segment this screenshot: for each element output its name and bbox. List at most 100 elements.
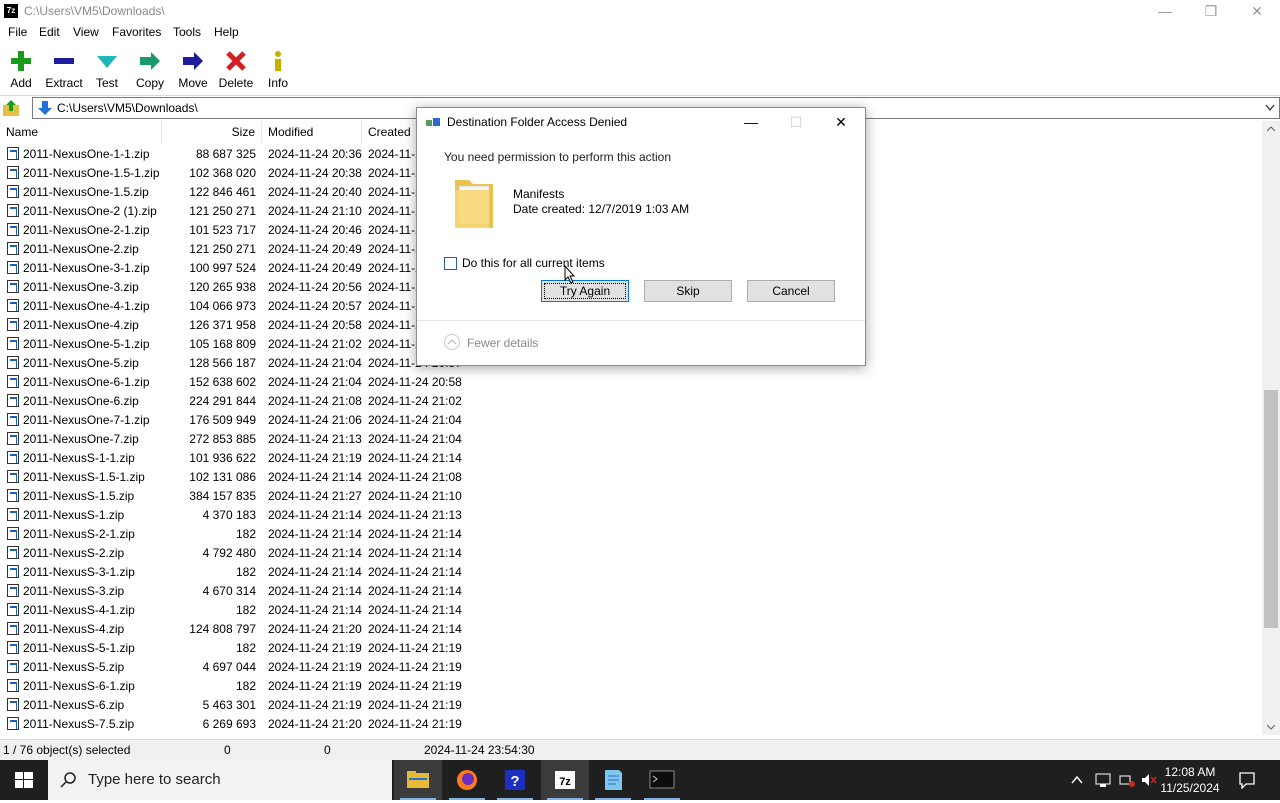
table-row[interactable]: 2011-NexusOne-1.5-1.zip 102 368 020 2024-1… — [0, 164, 462, 183]
notepad-taskbar-button[interactable] — [589, 760, 637, 800]
table-row[interactable]: 2011-NexusOne-1-1.zip 88 687 325 2024-11-2… — [0, 145, 462, 164]
file-modified: 2024-11-24 21:13 — [268, 432, 362, 446]
table-row[interactable]: 2011-NexusOne-7-1.zip 176 509 949 2024-11-… — [0, 411, 462, 430]
check-icon — [97, 56, 117, 68]
table-row[interactable]: 2011-NexusOne-5.zip 128 566 187 2024-11-24… — [0, 354, 462, 373]
file-created: 2024-11-24 21:19 — [368, 641, 462, 655]
zip-file-icon — [7, 147, 19, 160]
restore-button[interactable]: ❐ — [1188, 0, 1234, 23]
table-row[interactable]: 2011-NexusOne-5-1.zip 105 168 809 2024-11-… — [0, 335, 462, 354]
delete-button[interactable]: Delete — [215, 46, 257, 90]
table-row[interactable]: 2011-NexusS-7.5.zip 6 269 693 2024-11-24 2… — [0, 715, 462, 734]
network-icon[interactable] — [1094, 772, 1112, 788]
table-row[interactable]: 2011-NexusS-2-1.zip 182 2024-11-24 21:14 20… — [0, 525, 462, 544]
table-row[interactable]: 2011-NexusOne-3.zip 120 265 938 2024-11-24… — [0, 278, 462, 297]
menu-help[interactable]: Help — [214, 25, 239, 39]
fewer-details-link[interactable]: Fewer details — [467, 336, 538, 350]
help-taskbar-button[interactable]: ? — [491, 760, 539, 800]
test-button[interactable]: Test — [86, 46, 128, 90]
table-row[interactable]: 2011-NexusS-4.zip 124 808 797 2024-11-24 2… — [0, 620, 462, 639]
apply-all-checkbox[interactable] — [444, 257, 457, 270]
taskbar-search[interactable]: Type here to search — [48, 760, 392, 800]
try-again-button[interactable]: Try Again — [541, 280, 629, 302]
info-icon — [275, 51, 281, 71]
table-row[interactable]: 2011-NexusS-6-1.zip 182 2024-11-24 21:19 20… — [0, 677, 462, 696]
folder-up-icon — [3, 100, 19, 116]
menu-favorites[interactable]: Favorites — [112, 25, 161, 39]
table-row[interactable]: 2011-NexusS-3.zip 4 670 314 2024-11-24 21:… — [0, 582, 462, 601]
table-row[interactable]: 2011-NexusOne-4-1.zip 104 066 973 2024-11-… — [0, 297, 462, 316]
file-size: 182 — [235, 527, 256, 541]
table-row[interactable]: 2011-NexusS-2.zip 4 792 480 2024-11-24 21:… — [0, 544, 462, 563]
move-button[interactable]: Move — [172, 46, 214, 90]
menu-edit[interactable]: Edit — [39, 25, 60, 39]
add-button[interactable]: Add — [0, 46, 42, 90]
chevron-down-icon[interactable] — [1265, 104, 1275, 112]
clock[interactable]: 12:08 AM 11/25/2024 — [1154, 764, 1226, 796]
table-row[interactable]: 2011-NexusS-5-1.zip 182 2024-11-24 21:19 20… — [0, 639, 462, 658]
ethernet-warning-icon[interactable] — [1118, 772, 1136, 788]
menu-view[interactable]: View — [73, 25, 99, 39]
table-row[interactable]: 2011-NexusS-1.5.zip 384 157 835 2024-11-24… — [0, 487, 462, 506]
cancel-button[interactable]: Cancel — [747, 280, 835, 302]
help-icon: ? — [505, 770, 525, 790]
dialog-message: You need permission to perform this acti… — [444, 150, 672, 164]
table-row[interactable]: 2011-NexusOne-2 (1).zip 121 250 271 2024-1… — [0, 202, 462, 221]
scroll-down-icon[interactable] — [1267, 724, 1275, 730]
chevron-up-icon[interactable] — [444, 334, 460, 350]
arrow-right-icon — [183, 52, 203, 70]
table-row[interactable]: 2011-NexusOne-2-1.zip 101 523 717 2024-11-… — [0, 221, 462, 240]
column-modified[interactable]: Modified — [262, 121, 362, 143]
table-row[interactable]: 2011-NexusOne-1.5.zip 122 846 461 2024-11-… — [0, 183, 462, 202]
file-modified: 2024-11-24 21:14 — [268, 584, 362, 598]
terminal-taskbar-button[interactable] — [638, 760, 686, 800]
notification-icon[interactable] — [1238, 771, 1256, 789]
apply-all-label[interactable]: Do this for all current items — [462, 256, 605, 270]
copy-button[interactable]: Copy — [129, 46, 171, 90]
firefox-taskbar-button[interactable] — [443, 760, 491, 800]
scroll-up-icon[interactable] — [1267, 126, 1275, 132]
arrow-down-icon — [38, 101, 52, 115]
table-row[interactable]: 2011-NexusOne-2.zip 121 250 271 2024-11-24… — [0, 240, 462, 259]
file-created: 2024-11-24 21:14 — [368, 603, 462, 617]
status-date: 2024-11-24 23:54:30 — [424, 743, 535, 757]
column-size[interactable]: Size — [162, 121, 262, 143]
firefox-icon — [457, 770, 477, 790]
table-row[interactable]: 2011-NexusS-1.zip 4 370 183 2024-11-24 21:… — [0, 506, 462, 525]
double-arrow-icon — [140, 52, 160, 70]
file-name: 2011-NexusOne-6-1.zip — [23, 375, 150, 389]
close-button[interactable]: ✕ — [1234, 0, 1280, 23]
file-size: 4 697 044 — [202, 660, 256, 674]
file-modified: 2024-11-24 21:19 — [268, 698, 362, 712]
table-row[interactable]: 2011-NexusS-1-1.zip 101 936 622 2024-11-24… — [0, 449, 462, 468]
dialog-close-button[interactable]: ✕ — [818, 108, 864, 136]
table-row[interactable]: 2011-NexusOne-6-1.zip 152 638 602 2024-11-… — [0, 373, 462, 392]
table-row[interactable]: 2011-NexusOne-4.zip 126 371 958 2024-11-24… — [0, 316, 462, 335]
dialog-minimize-button[interactable]: — — [728, 108, 774, 136]
table-row[interactable]: 2011-NexusS-6.zip 5 463 301 2024-11-24 21:… — [0, 696, 462, 715]
file-created: 2024-11-24 21:13 — [368, 508, 462, 522]
table-row[interactable]: 2011-NexusS-4-1.zip 182 2024-11-24 21:14 20… — [0, 601, 462, 620]
file-explorer-taskbar-button[interactable] — [394, 760, 442, 800]
info-button[interactable]: Info — [257, 46, 299, 90]
folder-icon — [455, 180, 493, 228]
table-row[interactable]: 2011-NexusS-5.zip 4 697 044 2024-11-24 21:… — [0, 658, 462, 677]
up-folder-button[interactable] — [2, 98, 22, 118]
skip-button[interactable]: Skip — [644, 280, 732, 302]
menu-tools[interactable]: Tools — [173, 25, 201, 39]
table-row[interactable]: 2011-NexusOne-6.zip 224 291 844 2024-11-24… — [0, 392, 462, 411]
table-row[interactable]: 2011-NexusOne-3-1.zip 100 997 524 2024-11-… — [0, 259, 462, 278]
status-size: 0 — [224, 743, 231, 757]
7zip-taskbar-button[interactable]: 7z — [541, 760, 589, 800]
chevron-up-icon[interactable] — [1070, 773, 1084, 787]
menu-file[interactable]: File — [8, 25, 27, 39]
table-row[interactable]: 2011-NexusOne-7.zip 272 853 885 2024-11-24… — [0, 430, 462, 449]
file-size: 88 687 325 — [195, 147, 256, 161]
table-row[interactable]: 2011-NexusS-3-1.zip 182 2024-11-24 21:14 20… — [0, 563, 462, 582]
extract-button[interactable]: Extract — [43, 46, 85, 90]
table-row[interactable]: 2011-NexusS-1.5-1.zip 102 131 086 2024-11-… — [0, 468, 462, 487]
minimize-button[interactable]: — — [1142, 0, 1188, 23]
scrollbar-thumb[interactable] — [1264, 390, 1278, 628]
start-button[interactable] — [0, 760, 48, 800]
column-name[interactable]: Name — [0, 121, 162, 143]
